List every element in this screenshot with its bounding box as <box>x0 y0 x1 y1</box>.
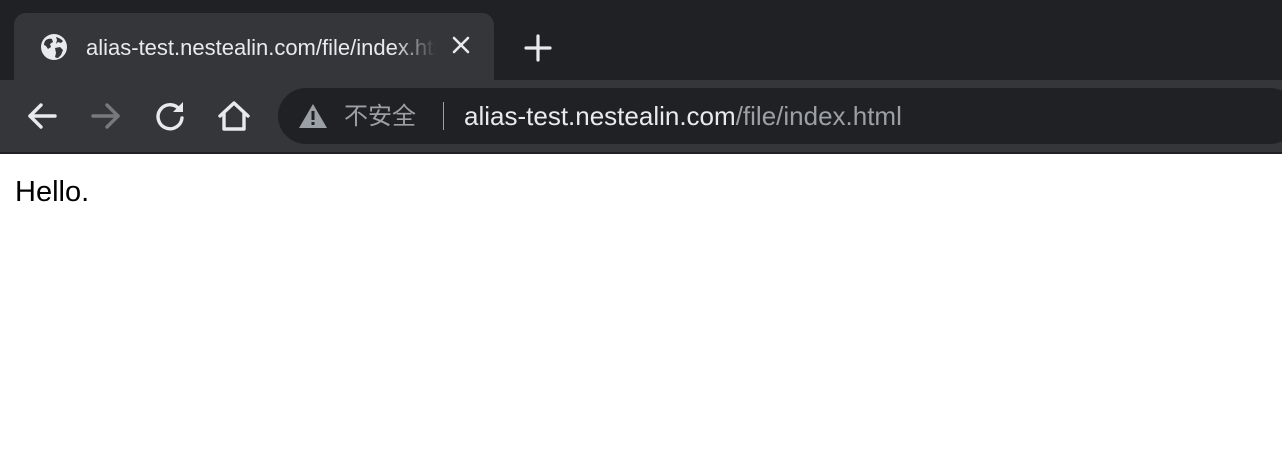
active-tab[interactable]: alias-test.nestealin.com/file/index.html <box>14 13 494 80</box>
warning-triangle-icon[interactable] <box>298 103 328 129</box>
reload-icon[interactable] <box>150 96 190 136</box>
page-content: Hello. <box>0 154 1282 466</box>
toolbar: 不安全 alias-test.nestealin.com/file/index.… <box>0 80 1282 152</box>
close-icon[interactable] <box>450 34 472 56</box>
omnibox-divider <box>443 102 444 130</box>
url-host: alias-test.nestealin.com <box>464 101 736 131</box>
address-bar[interactable]: 不安全 alias-test.nestealin.com/file/index.… <box>278 88 1282 144</box>
arrow-right-icon[interactable] <box>86 96 126 136</box>
plus-icon[interactable] <box>520 30 556 66</box>
arrow-left-icon[interactable] <box>22 96 62 136</box>
tab-strip: alias-test.nestealin.com/file/index.html <box>0 0 1282 80</box>
not-secure-label[interactable]: 不安全 <box>344 100 416 132</box>
url-path: /file/index.html <box>735 101 902 131</box>
browser-window: alias-test.nestealin.com/file/index.html <box>0 0 1282 466</box>
tab-title: alias-test.nestealin.com/file/index.html <box>86 35 436 60</box>
page-body-text: Hello. <box>15 176 90 208</box>
home-icon[interactable] <box>214 96 254 136</box>
globe-icon <box>41 34 67 60</box>
url-text[interactable]: alias-test.nestealin.com/file/index.html <box>464 99 902 133</box>
